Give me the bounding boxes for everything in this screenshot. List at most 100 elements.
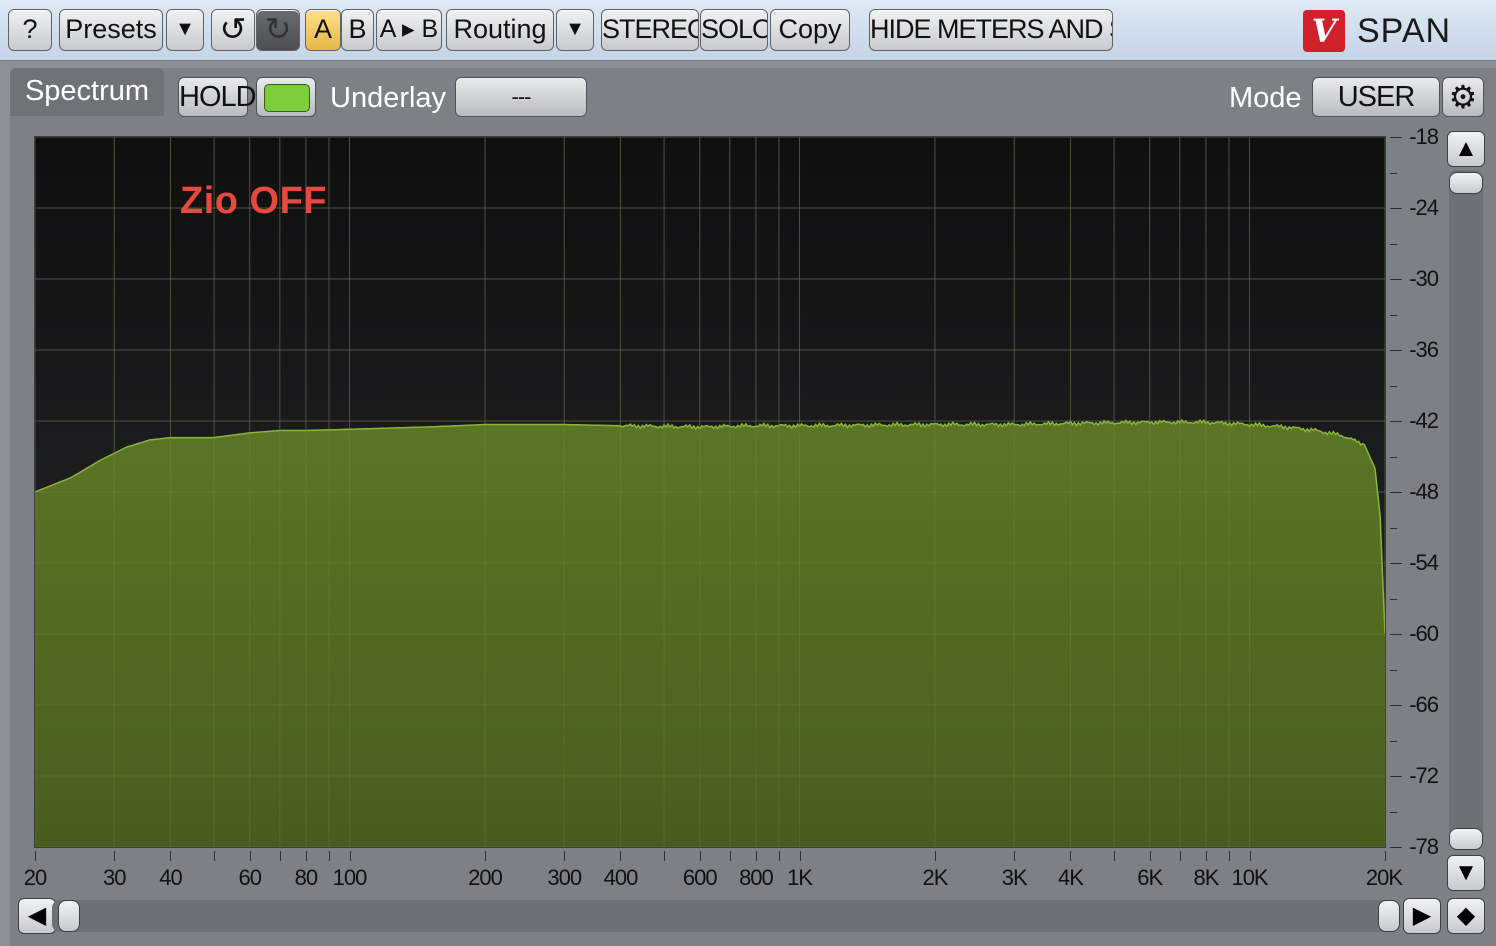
db-tick: [1390, 279, 1402, 280]
db-minor-tick: [1390, 527, 1397, 529]
db-minor-tick: [1390, 314, 1397, 316]
frequency-tick: [114, 851, 116, 861]
scroll-right-button[interactable]: ▶: [1403, 898, 1441, 934]
zoom-reset-button[interactable]: ◆: [1447, 898, 1485, 934]
db-tick: [1390, 208, 1402, 209]
db-minor-tick: [1390, 669, 1397, 671]
scroll-down-button[interactable]: ▼: [1447, 855, 1485, 891]
horizontal-scrollbar[interactable]: [52, 900, 1400, 932]
frequency-tick-label: 200: [468, 865, 503, 890]
frequency-tick: [699, 851, 701, 861]
frequency-tick: [1179, 851, 1181, 861]
db-tick-label: -66: [1409, 692, 1439, 717]
vertical-scroll-thumb-top[interactable]: [1449, 172, 1483, 194]
frequency-tick-label: 20: [23, 865, 47, 890]
frequency-tick: [1228, 851, 1230, 861]
help-button[interactable]: ?: [8, 9, 52, 51]
frequency-tick: [485, 851, 486, 861]
frequency-tick: [170, 851, 172, 861]
frequency-tick-label: 600: [682, 865, 718, 890]
frequency-tick-label: 3K: [1001, 865, 1028, 890]
frequency-tick: [249, 851, 251, 861]
vertical-scrollbar[interactable]: [1449, 170, 1483, 850]
mode-select[interactable]: USER: [1312, 77, 1440, 117]
db-tick-label: -42: [1409, 408, 1439, 433]
solo-button[interactable]: SOLO: [700, 9, 768, 51]
frequency-tick: [620, 851, 622, 861]
routing-dropdown-icon[interactable]: ▼: [556, 9, 594, 51]
frequency-tick-label: 1K: [787, 865, 813, 890]
scroll-up-button[interactable]: ▲: [1447, 131, 1485, 167]
frequency-tick: [1114, 851, 1116, 861]
frequency-tick: [935, 851, 936, 861]
db-tick-label: -78: [1409, 834, 1439, 859]
hide-meters-button[interactable]: HIDE METERS AND STATS: [869, 9, 1113, 51]
horizontal-scroll-thumb-left[interactable]: [58, 900, 80, 932]
gear-icon[interactable]: ⚙: [1442, 77, 1484, 117]
db-tick-label: -30: [1409, 266, 1439, 291]
db-tick-label: -60: [1409, 621, 1439, 646]
db-tick: [1390, 847, 1402, 848]
undo-icon[interactable]: ↺: [211, 9, 255, 51]
frequency-tick-label: 6K: [1137, 865, 1163, 890]
frequency-tick: [799, 851, 801, 861]
frequency-tick-label: 40: [159, 865, 182, 890]
top-toolbar: ? Presets ▼ ↺ ↻ A B A ▸ B Routing ▼ STER…: [0, 0, 1496, 61]
scroll-left-button[interactable]: ◀: [18, 898, 56, 934]
tab-spectrum[interactable]: Spectrum: [10, 68, 164, 116]
vertical-scroll-thumb-bottom[interactable]: [1449, 828, 1483, 850]
preset-b-button[interactable]: B: [341, 9, 374, 51]
db-tick: [1390, 350, 1402, 351]
copy-button[interactable]: Copy: [770, 9, 850, 51]
db-tick: [1390, 137, 1402, 138]
spectrum-area: [35, 419, 1385, 847]
db-tick: [1390, 563, 1402, 564]
frequency-tick: [1014, 851, 1016, 861]
db-minor-tick: [1390, 740, 1397, 742]
underlay-label: Underlay: [330, 82, 447, 114]
frequency-tick: [564, 851, 566, 861]
frequency-tick-label: 30: [102, 865, 126, 890]
overlay-note: Zio OFF: [180, 180, 328, 222]
span-logo-icon: V: [1303, 10, 1345, 52]
frequency-tick-label: 2K: [922, 865, 949, 890]
frequency-tick: [1149, 851, 1151, 861]
a-to-b-button[interactable]: A ▸ B: [376, 9, 442, 51]
frequency-tick-label: 60: [238, 865, 261, 890]
frequency-tick-label: 4K: [1057, 865, 1084, 890]
spectrum-plot[interactable]: [34, 136, 1386, 848]
db-minor-tick: [1390, 598, 1397, 600]
frequency-tick-label: 100: [332, 865, 368, 890]
db-tick-label: -36: [1409, 337, 1439, 362]
db-tick: [1390, 421, 1402, 422]
db-tick: [1390, 634, 1402, 635]
db-tick: [1390, 492, 1402, 493]
horizontal-scroll-thumb-right[interactable]: [1378, 900, 1400, 932]
db-minor-tick: [1390, 172, 1397, 174]
db-minor-tick: [1390, 243, 1397, 245]
redo-icon[interactable]: ↻: [256, 9, 300, 51]
hold-button[interactable]: HOLD: [178, 77, 257, 117]
preset-a-button[interactable]: A: [305, 9, 341, 51]
frequency-tick: [328, 851, 330, 861]
frequency-tick-label: 400: [603, 865, 639, 890]
db-tick: [1390, 776, 1402, 777]
presets-button[interactable]: Presets: [59, 9, 163, 51]
frequency-tick: [664, 851, 666, 861]
presets-dropdown-icon[interactable]: ▼: [166, 9, 204, 51]
routing-button[interactable]: Routing: [446, 9, 554, 51]
db-minor-tick: [1390, 385, 1397, 387]
spectrum-svg: [35, 137, 1385, 847]
frequency-tick: [349, 851, 351, 861]
frequency-tick: [214, 851, 216, 861]
frequency-tick: [1249, 851, 1251, 861]
frequency-tick: [778, 851, 780, 861]
stereo-button[interactable]: STEREO: [601, 9, 699, 51]
underlay-select[interactable]: ---: [455, 77, 587, 117]
frequency-tick-label: 20K: [1365, 865, 1403, 890]
frequency-tick: [1070, 851, 1072, 861]
db-tick-label: -54: [1409, 550, 1439, 575]
mode-label: Mode: [1229, 82, 1302, 114]
frequency-tick: [279, 851, 281, 861]
db-tick-label: -18: [1409, 124, 1439, 149]
